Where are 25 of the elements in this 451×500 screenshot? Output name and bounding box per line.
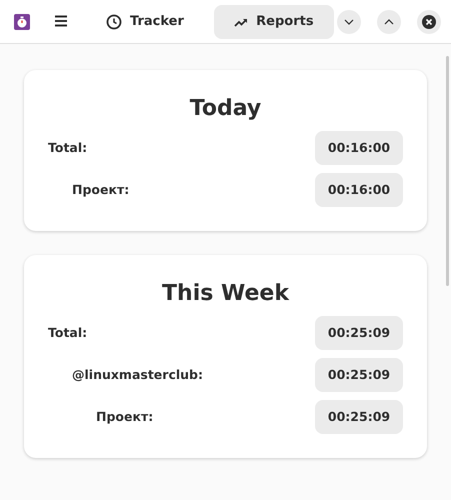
- row-label: Проект:: [96, 408, 154, 426]
- menu-icon: [54, 15, 68, 28]
- row-label: Total:: [48, 138, 88, 157]
- maximize-button[interactable]: [377, 10, 401, 34]
- tab[interactable]: Reports: [214, 4, 334, 38]
- row-label: Проект:: [72, 180, 130, 199]
- stopwatch-icon: [14, 14, 30, 30]
- time-value: 00:16:00: [315, 131, 403, 165]
- card-title: This Week: [161, 280, 290, 308]
- chevron-up-icon: [384, 18, 394, 24]
- close-button[interactable]: [417, 10, 441, 34]
- row-label: Total:: [48, 324, 88, 342]
- chevron-down-icon: [344, 18, 354, 24]
- close-icon: [422, 14, 436, 28]
- clock-icon: [106, 14, 122, 30]
- tab[interactable]: Tracker: [92, 4, 198, 38]
- trend-icon: [234, 16, 248, 26]
- row-label: @linuxmasterclub:: [72, 366, 203, 384]
- minimize-button[interactable]: [337, 10, 361, 34]
- scrollbar[interactable]: [446, 56, 449, 286]
- time-value: 00:25:09: [315, 400, 403, 434]
- card-title: Today: [188, 95, 262, 123]
- time-value: 00:16:00: [315, 173, 403, 207]
- time-value: 00:25:09: [315, 358, 403, 392]
- time-value: 00:25:09: [315, 316, 403, 350]
